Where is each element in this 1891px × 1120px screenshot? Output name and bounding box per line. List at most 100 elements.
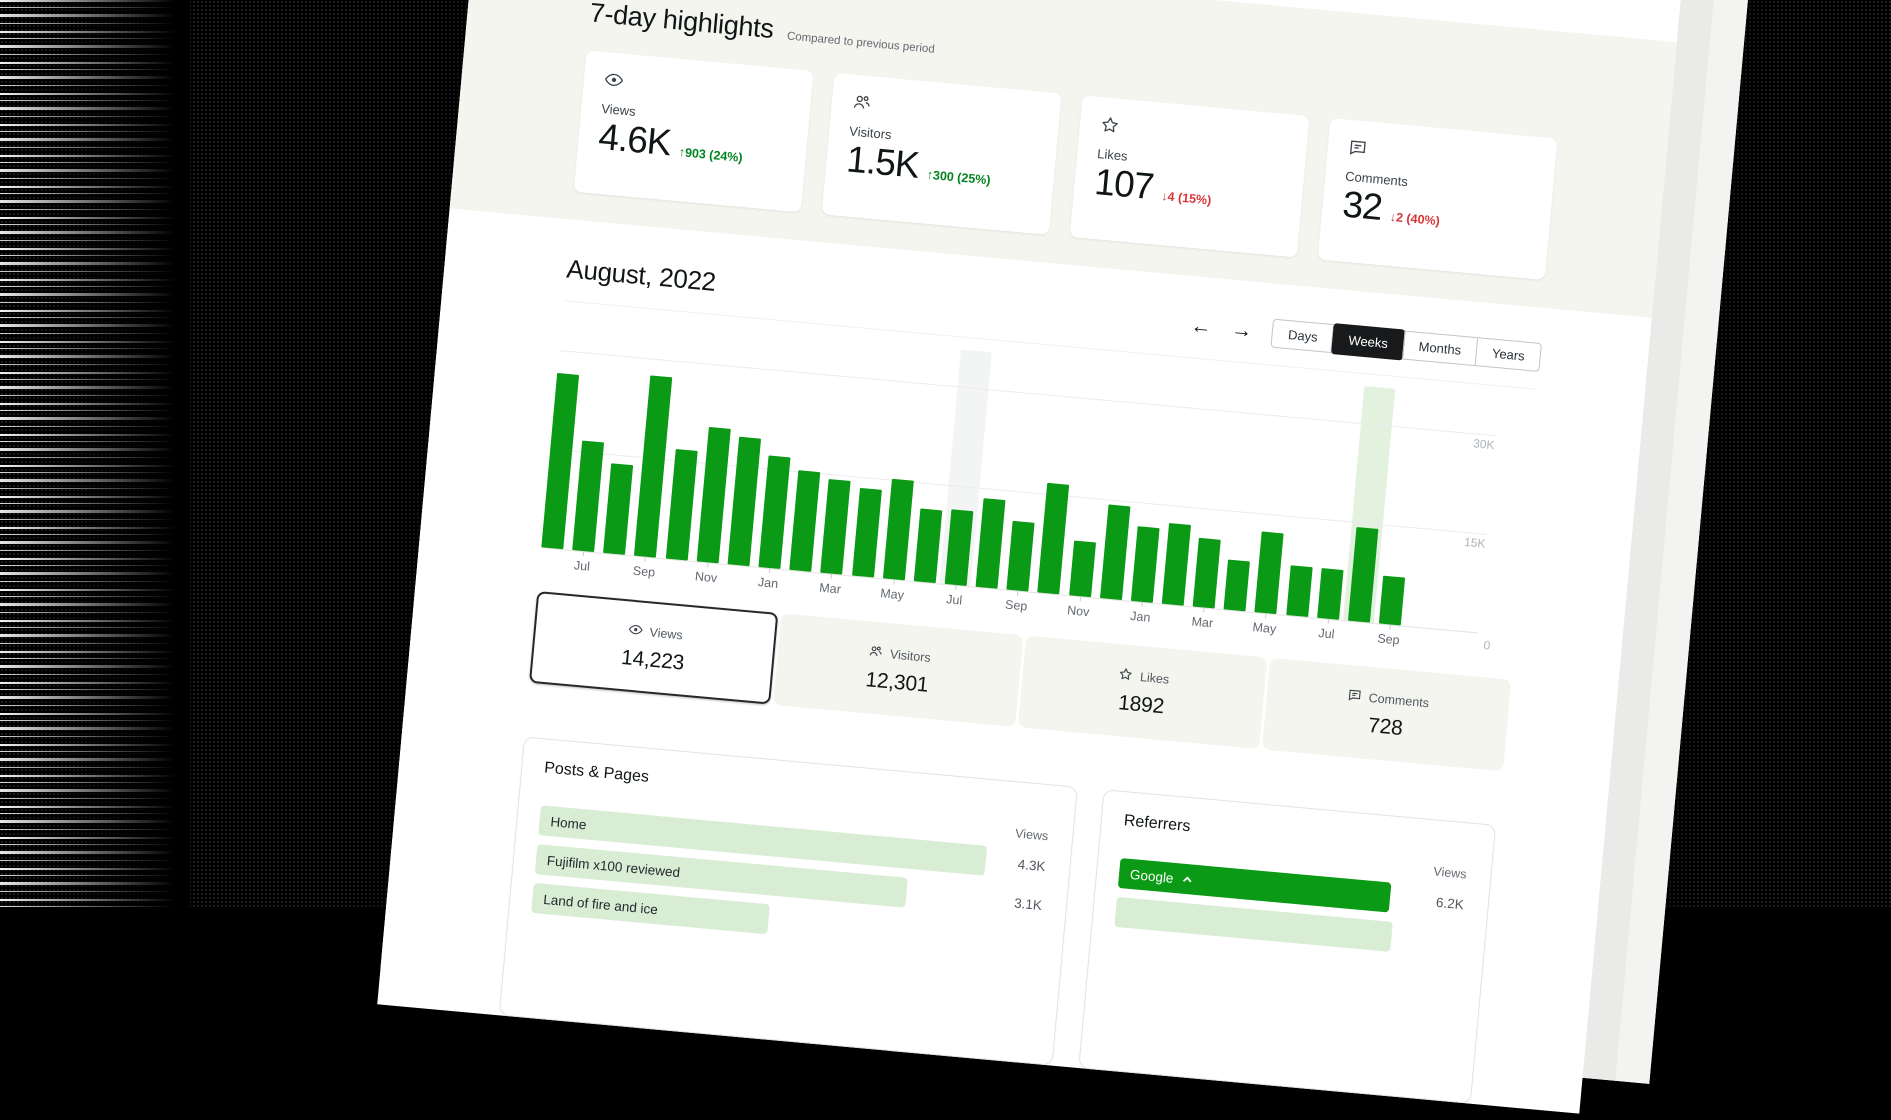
x-axis-tick [583,551,584,556]
chart-bar-jul-25[interactable] [1317,568,1343,620]
highlight-card-value: 32 [1341,186,1384,228]
x-axis-tick-label: Nov [694,569,717,585]
star-icon [1117,666,1134,685]
highlight-card-visitors: Visitors 1.5K ↑300 (25%) [822,73,1062,235]
metric-tab-value: 1892 [1117,691,1165,719]
comment-icon [1346,686,1363,705]
x-axis-tick [1389,624,1390,629]
x-axis-tick [1079,596,1080,601]
tab-months[interactable]: Months [1402,332,1478,366]
highlight-card-views: Views 4.6K ↑903 (24%) [574,50,814,212]
stats-dashboard-screenshot: 7-day highlights Compared to previous pe… [380,0,1750,1084]
trend-badge: ↓4 (15%) [1160,189,1212,212]
chart-bar-apr-10[interactable] [852,488,882,578]
chart-bar-nov-17[interactable] [1069,540,1096,597]
x-axis-tick-label: Jul [946,592,963,607]
chart-bar-feb-20[interactable] [1162,523,1191,606]
chart-bar-oct-16[interactable] [1038,483,1070,595]
x-axis-tick [1327,619,1328,624]
metric-tab-label: Likes [1139,670,1169,687]
chart-bar-apr-22[interactable] [1224,560,1250,612]
x-axis-tick-label: Jul [1318,626,1335,641]
chart-bar-may-23[interactable] [1255,531,1284,614]
x-axis-tick-label: Mar [1191,615,1214,631]
metric-tab-label: Views [649,625,683,642]
highlight-card-comments: Comments 32 ↓2 (40%) [1318,118,1558,280]
x-axis-tick [955,585,956,590]
chart-bar-jan-7[interactable] [758,455,790,569]
x-axis-tick-label: Jan [757,575,778,591]
highlight-card-value: 4.6K [597,118,672,163]
chart-bar-nov-5[interactable] [696,427,730,563]
tab-years[interactable]: Years [1475,338,1541,371]
chart-bar-jan-19[interactable] [1131,526,1160,603]
highlights-subtitle: Compared to previous period [786,30,935,55]
x-axis-tick-label: Nov [1067,603,1090,619]
metric-tab-value: 12,301 [864,668,929,698]
row-title: Land of fire and ice [543,891,659,916]
trend-badge: ↑903 (24%) [678,145,743,170]
chart-bar-may-11[interactable] [883,479,914,581]
chart-bar-jun-12[interactable] [914,508,943,583]
metric-tab-label: Visitors [889,647,931,665]
row-title: Fujifilm x100 reviewed [546,853,680,880]
chart-bar-aug-14[interactable] [976,498,1006,589]
y-axis-tick-label: 15K [1464,535,1487,551]
metric-tab-value: 728 [1367,713,1403,740]
x-axis-tick-label: Sep [1005,598,1028,614]
chart-bar-jun-24[interactable] [1286,565,1312,617]
highlight-card-value: 107 [1093,163,1155,207]
chart-bar-dec-6[interactable] [727,437,761,566]
tab-days[interactable]: Days [1272,320,1334,352]
y-axis-tick-label: 30K [1473,436,1496,452]
chart-bar-jul-1[interactable] [572,441,604,553]
metric-tab-views[interactable]: Views 14,223 [529,591,779,705]
metric-tab-visitors[interactable]: Visitors 12,301 [773,613,1023,727]
trend-badge: ↓2 (40%) [1389,210,1441,233]
chart-bar-jun-0[interactable] [541,373,579,549]
row-views-value: 3.1K [1014,895,1045,913]
trend-badge: ↑300 (25%) [926,168,991,193]
x-axis-tick [1017,591,1018,596]
highlight-card-likes: Likes 107 ↓4 (15%) [1070,95,1310,257]
row-views-value: 6.2K [1435,894,1466,912]
x-axis-tick [645,557,646,562]
chart-bar-sep-27[interactable] [1379,576,1405,626]
x-axis-tick-label: May [1252,620,1277,636]
chart-bar-dec-18[interactable] [1100,504,1130,600]
previous-period-arrow[interactable]: ← [1190,315,1213,338]
scanline-noise-left [0,0,190,908]
highlights-title: 7-day highlights [589,0,775,45]
next-period-arrow[interactable]: → [1230,319,1253,342]
eye-icon [603,69,792,106]
x-axis-tick-label: Sep [632,564,655,580]
eye-icon [627,621,644,640]
chart-bar-sep-15[interactable] [1007,521,1035,592]
chart-bar-mar-21[interactable] [1193,538,1221,609]
chart-bar-aug-2[interactable] [603,463,633,555]
chevron-up-icon[interactable] [1181,873,1193,885]
highlight-card-value: 1.5K [845,140,920,185]
tab-weeks[interactable]: Weeks [1330,323,1405,360]
x-axis-tick [769,568,770,573]
star-icon [1099,114,1288,151]
x-axis-tick [893,579,894,584]
x-axis-tick [831,574,832,579]
x-axis-tick [1141,602,1142,607]
comment-icon [1347,137,1536,174]
x-axis-tick-label: Sep [1377,631,1400,647]
x-axis-tick [1265,613,1266,618]
chart-bar-oct-4[interactable] [665,449,697,561]
visitors-icon [867,643,884,662]
row-title: Home [550,814,587,832]
referrers-card: Referrers Views Google6.2K [1078,789,1496,1104]
period-granularity-tabs: Days Weeks Months Years [1271,319,1542,372]
metric-tab-likes[interactable]: Likes 1892 [1017,636,1267,750]
chart-bar-feb-8[interactable] [789,470,820,572]
period-heading: August, 2022 [565,253,717,297]
metric-tab-comments[interactable]: Comments 728 [1262,658,1512,772]
x-axis-tick-label: Mar [819,581,842,597]
chart-bar-mar-9[interactable] [821,479,851,575]
row-views-value: 4.3K [1017,856,1048,874]
chart-bar-sep-3[interactable] [634,375,672,557]
